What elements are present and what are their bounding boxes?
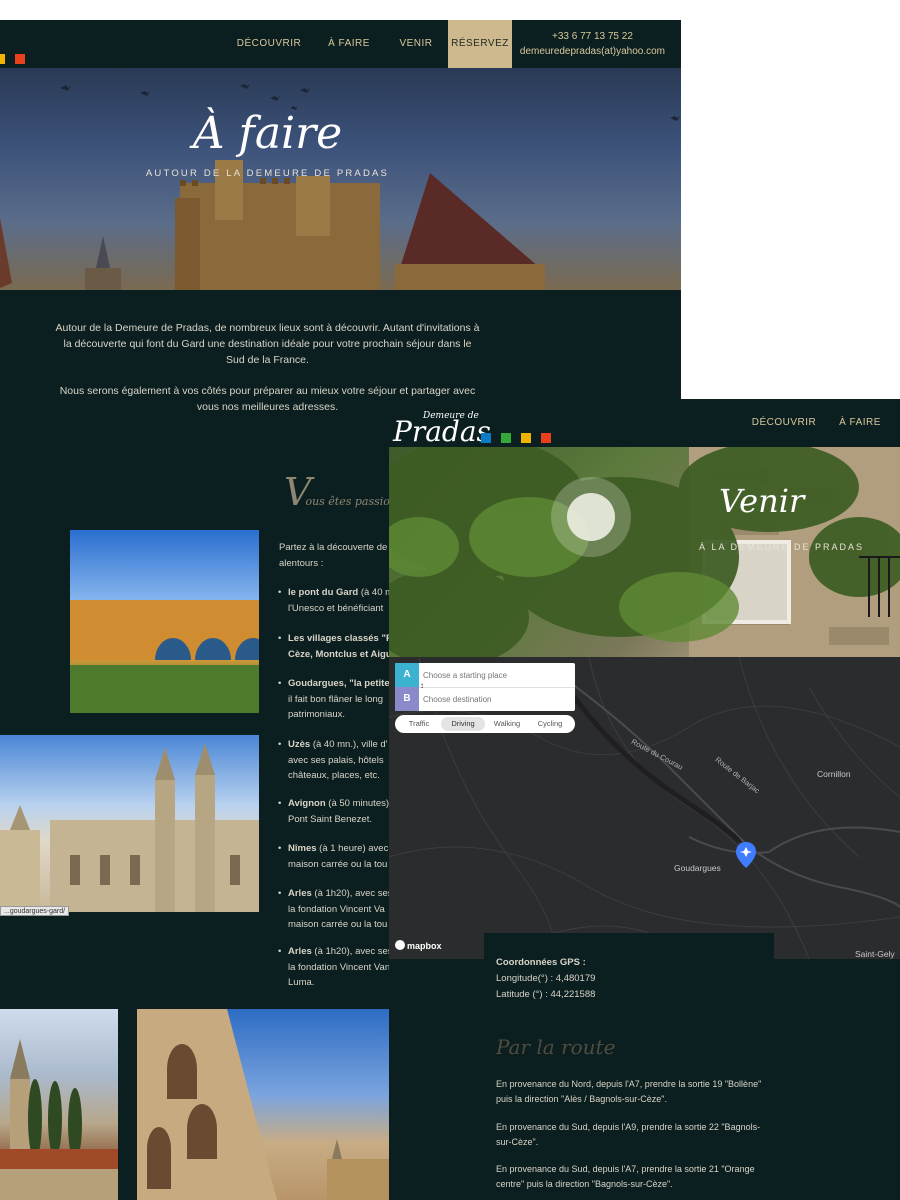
gps-longitude: Longitude(°) : 4,480179 (496, 973, 596, 984)
hero-title: À faire (192, 108, 343, 159)
gps-coordinates: Coordonnées GPS : Longitude(°) : 4,48017… (496, 955, 786, 1003)
list-item-bold: Arles (288, 888, 312, 899)
logo-square-yellow (521, 433, 531, 443)
start-badge: A (395, 663, 419, 687)
mode-walking[interactable]: Walking (487, 717, 527, 731)
email-link[interactable]: demeuredepradas(at)yahoo.com (520, 44, 665, 59)
nav-a-faire[interactable]: À FAIRE (318, 20, 380, 68)
contact-info: +33 6 77 13 75 22 demeuredepradas(at)yah… (520, 29, 665, 59)
mapbox-text: mapbox (407, 941, 442, 951)
front-page-screenshot: Demeure de Pradas DÉCOUVRIR À FAIRE Veni… (389, 399, 900, 1200)
list-item-text: il fait bon flâner le long patrimoniaux. (288, 693, 384, 721)
castle-illustration (0, 84, 680, 290)
start-input[interactable] (423, 665, 571, 685)
gps-latitude: Latitude (°) : 44,221588 (496, 989, 596, 1000)
photo-village-church (0, 1009, 118, 1200)
hero-banner-venir: Venir À LA DEMEURE DE PRADAS (389, 447, 900, 657)
site-logo[interactable]: Demeure de Pradas (393, 405, 573, 449)
map-widget[interactable]: Route du Courau Route de Barjac Cornillo… (389, 657, 900, 959)
place-label-saint-gely: Saint-Gely (855, 949, 895, 959)
route-paragraph-south-a9: En provenance du Sud, depuis l'A9, prend… (496, 1122, 761, 1147)
nav-decouvrir[interactable]: DÉCOUVRIR (230, 20, 308, 68)
nav-venir[interactable]: VENIR (390, 20, 442, 68)
route-paragraph-north: En provenance du Nord, depuis l'A7, pren… (496, 1079, 762, 1104)
list-item-bold: Goudargues, "la petite (288, 678, 390, 689)
section-heading-rest: ous êtes passion (305, 495, 397, 508)
section-heading: Vous êtes passion (284, 470, 404, 514)
destination-badge: B (395, 687, 419, 711)
destination-input[interactable] (423, 689, 571, 709)
mode-cycling[interactable]: Cycling (529, 717, 571, 731)
hero2-title: Venir (719, 482, 805, 520)
list-item-bold: Avignon (288, 798, 326, 809)
photo-pont-du-gard (70, 530, 259, 713)
phone-link[interactable]: +33 6 77 13 75 22 (520, 29, 665, 44)
mode-traffic[interactable]: Traffic (399, 717, 439, 731)
hero-banner-a-faire: À faire AUTOUR DE LA DEMEURE DE PRADAS (0, 68, 681, 290)
hero-subtitle: AUTOUR DE LA DEMEURE DE PRADAS (145, 168, 390, 179)
list-item-bold: le pont du Gard (288, 587, 359, 598)
logo-square-green (501, 433, 511, 443)
gps-title: Coordonnées GPS : (496, 957, 586, 968)
place-label-goudargues: Goudargues (674, 863, 721, 873)
mapbox-attribution[interactable]: mapbox (395, 940, 442, 954)
foliage-illustration (389, 447, 900, 657)
photo-palais-des-papes (0, 735, 259, 912)
list-item-bold: Arles (288, 946, 312, 957)
hero2-subtitle: À LA DEMEURE DE PRADAS (699, 542, 865, 552)
link-url-tooltip: ...goudargues-gard/ (0, 906, 70, 916)
accent-square-red (15, 54, 25, 64)
route-heading: Par la route (496, 1035, 616, 1059)
nav-a-faire-2[interactable]: À FAIRE (834, 399, 886, 447)
intro-paragraph-1: Autour de la Demeure de Pradas, de nombr… (55, 322, 480, 366)
accent-square-yellow (0, 54, 5, 64)
place-label-cornillon: Cornillon (817, 769, 851, 779)
list-item-bold: Nîmes (288, 843, 317, 854)
travel-mode-tabs: Traffic Driving Walking Cycling (395, 715, 575, 733)
logo-square-blue (481, 433, 491, 443)
logo-square-red (541, 433, 551, 443)
photo-arles-arena (137, 1009, 389, 1200)
list-item-bold: Uzès (288, 739, 311, 750)
map-marker-icon[interactable] (736, 842, 756, 868)
nav-reservez-button[interactable]: RÉSERVEZ (448, 20, 512, 68)
input-divider (419, 687, 575, 688)
mapbox-logo-icon (395, 940, 405, 950)
logo-big-text: Pradas (393, 415, 491, 448)
mode-driving[interactable]: Driving (441, 717, 485, 731)
list-item-bold: Les villages classés "Pl Cèze, Montclus … (288, 633, 397, 660)
directions-panel: A ↕ B (395, 663, 575, 711)
nav-decouvrir-2[interactable]: DÉCOUVRIR (749, 399, 819, 447)
route-paragraph-south-a7: En provenance du Sud, depuis l'A7, prend… (496, 1164, 755, 1189)
top-navbar: DÉCOUVRIR À FAIRE VENIR RÉSERVEZ +33 6 7… (0, 20, 681, 68)
